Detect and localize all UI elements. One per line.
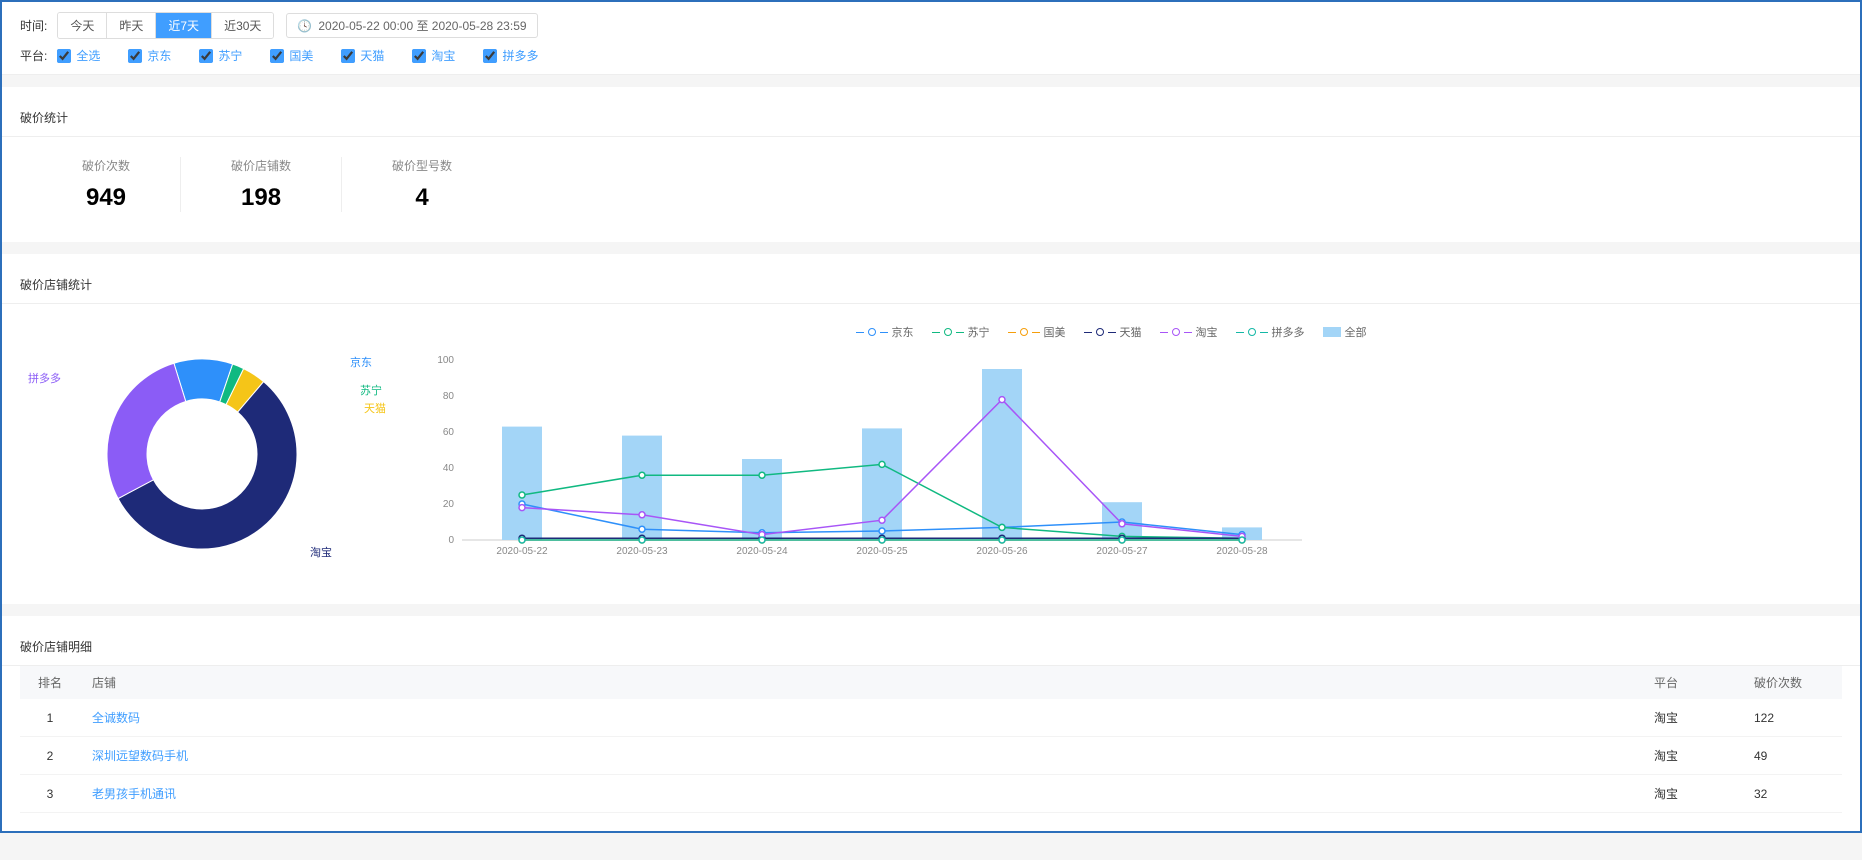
stat-card: 破价次数 949 — [32, 157, 181, 212]
checkbox-input[interactable] — [128, 49, 142, 63]
platform-checkbox[interactable]: 京东 — [128, 47, 171, 64]
table-row: 3老男孩手机通讯淘宝32 — [20, 775, 1842, 813]
cell-platform: 淘宝 — [1642, 737, 1742, 775]
stat-value: 198 — [231, 184, 291, 212]
donut-label-pdd: 拼多多 — [28, 370, 61, 386]
time-button[interactable]: 今天 — [58, 13, 107, 38]
line-chart: 京东 苏宁 国美 天猫 淘宝 拼多多 全部 0 20 40 60 80 100 2020-05-22 20… — [382, 324, 1840, 584]
svg-text:2020-05-27: 2020-05-27 — [1096, 546, 1148, 557]
checkbox-input[interactable] — [199, 49, 213, 63]
col-rank: 排名 — [20, 666, 80, 699]
platform-checkboxes: 全选 京东 苏宁 国美 天猫 淘宝 拼多多 — [57, 47, 566, 64]
svg-text:2020-05-25: 2020-05-25 — [856, 546, 908, 557]
legend-item[interactable]: 拼多多 — [1236, 324, 1305, 340]
time-button[interactable]: 近7天 — [156, 13, 212, 38]
stat-value: 4 — [392, 184, 452, 212]
time-button[interactable]: 昨天 — [107, 13, 156, 38]
cell-rank: 3 — [20, 775, 80, 813]
svg-text:2020-05-23: 2020-05-23 — [616, 546, 668, 557]
cell-count: 32 — [1742, 775, 1842, 813]
svg-text:2020-05-22: 2020-05-22 — [496, 546, 548, 557]
checkbox-input[interactable] — [57, 49, 71, 63]
cell-shop-link[interactable]: 老男孩手机通讯 — [80, 775, 1642, 813]
cell-count: 122 — [1742, 699, 1842, 737]
filter-bar: 时间: 今天昨天近7天近30天 🕓 2020-05-22 00:00 至 202… — [2, 2, 1860, 75]
platform-label: 平台: — [20, 47, 47, 64]
stat-card: 破价店铺数 198 — [181, 157, 342, 212]
date-range-picker[interactable]: 🕓 2020-05-22 00:00 至 2020-05-28 23:59 — [286, 13, 537, 38]
platform-checkbox[interactable]: 淘宝 — [412, 47, 455, 64]
platform-checkbox[interactable]: 苏宁 — [199, 47, 242, 64]
stat-label: 破价次数 — [82, 157, 130, 174]
cell-platform: 淘宝 — [1642, 699, 1742, 737]
svg-text:2020-05-24: 2020-05-24 — [736, 546, 788, 557]
legend-marker — [868, 328, 876, 336]
legend-marker — [1096, 328, 1104, 336]
svg-text:60: 60 — [443, 427, 455, 438]
cell-rank: 2 — [20, 737, 80, 775]
legend-item[interactable]: 淘宝 — [1160, 324, 1218, 340]
checkbox-input[interactable] — [483, 49, 497, 63]
legend-marker — [1172, 328, 1180, 336]
checkbox-input[interactable] — [341, 49, 355, 63]
donut-label-tm: 天猫 — [364, 400, 386, 416]
svg-text:80: 80 — [443, 391, 455, 402]
legend-marker — [1323, 327, 1341, 337]
legend-item[interactable]: 京东 — [856, 324, 914, 340]
section-title-detail: 破价店铺明细 — [2, 628, 1860, 666]
cell-rank: 1 — [20, 699, 80, 737]
legend-item[interactable]: 国美 — [1008, 324, 1066, 340]
platform-checkbox[interactable]: 天猫 — [341, 47, 384, 64]
legend-item[interactable]: 全部 — [1323, 324, 1367, 340]
legend-marker — [944, 328, 952, 336]
svg-text:40: 40 — [443, 463, 455, 474]
section-title-stats: 破价统计 — [2, 99, 1860, 137]
donut-chart: 京东 苏宁 天猫 淘宝 拼多多 — [22, 324, 382, 584]
cell-count: 49 — [1742, 737, 1842, 775]
time-button[interactable]: 近30天 — [212, 13, 273, 38]
platform-checkbox[interactable]: 国美 — [270, 47, 313, 64]
table-row: 1全诚数码淘宝122 — [20, 699, 1842, 737]
time-label: 时间: — [20, 17, 47, 34]
section-title-charts: 破价店铺统计 — [2, 266, 1860, 304]
legend-item[interactable]: 苏宁 — [932, 324, 990, 340]
svg-text:20: 20 — [443, 499, 455, 510]
table-row: 2深圳远望数码手机淘宝49 — [20, 737, 1842, 775]
checkbox-input[interactable] — [270, 49, 284, 63]
stats-section: 破价统计 破价次数 949 破价店铺数 198 破价型号数 4 — [2, 99, 1860, 242]
legend-marker — [1248, 328, 1256, 336]
platform-checkbox[interactable]: 全选 — [57, 47, 100, 64]
svg-text:2020-05-28: 2020-05-28 — [1216, 546, 1268, 557]
col-shop: 店铺 — [80, 666, 1642, 699]
time-button-group: 今天昨天近7天近30天 — [57, 12, 274, 39]
svg-text:0: 0 — [448, 535, 454, 546]
detail-table: 排名 店铺 平台 破价次数 1全诚数码淘宝1222深圳远望数码手机淘宝493老男… — [20, 666, 1842, 813]
date-range-text: 2020-05-22 00:00 至 2020-05-28 23:59 — [318, 17, 526, 34]
checkbox-input[interactable] — [412, 49, 426, 63]
chart-section: 破价店铺统计 京东 苏宁 天猫 淘宝 拼多多 京东苏宁国美天猫淘宝拼多多全部 0… — [2, 266, 1860, 604]
stat-value: 949 — [82, 184, 130, 212]
svg-text:2020-05-26: 2020-05-26 — [976, 546, 1028, 557]
cell-shop-link[interactable]: 全诚数码 — [80, 699, 1642, 737]
svg-text:100: 100 — [437, 355, 454, 366]
donut-label-sn: 苏宁 — [360, 382, 382, 398]
cell-shop-link[interactable]: 深圳远望数码手机 — [80, 737, 1642, 775]
cell-platform: 淘宝 — [1642, 775, 1742, 813]
legend-item[interactable]: 天猫 — [1084, 324, 1142, 340]
legend-marker — [1020, 328, 1028, 336]
detail-section: 破价店铺明细 排名 店铺 平台 破价次数 1全诚数码淘宝1222深圳远望数码手机… — [2, 628, 1860, 831]
clock-icon: 🕓 — [297, 19, 312, 33]
col-count: 破价次数 — [1742, 666, 1842, 699]
stat-card: 破价型号数 4 — [342, 157, 502, 212]
donut-label-tb: 淘宝 — [310, 544, 332, 560]
stat-label: 破价型号数 — [392, 157, 452, 174]
platform-checkbox[interactable]: 拼多多 — [483, 47, 538, 64]
stat-label: 破价店铺数 — [231, 157, 291, 174]
col-platform: 平台 — [1642, 666, 1742, 699]
donut-label-jd: 京东 — [350, 354, 372, 370]
